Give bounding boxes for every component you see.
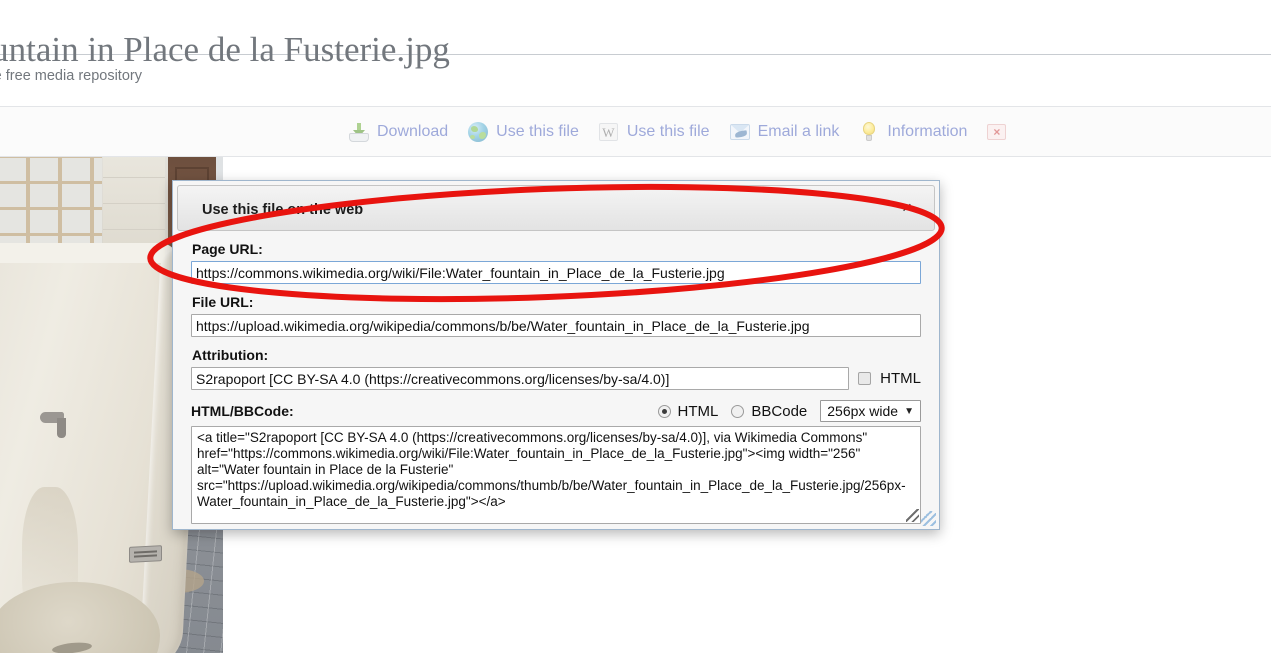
- radio-bbcode-label: BBCode: [751, 402, 808, 420]
- dialog-title: Use this file on the web: [202, 202, 364, 218]
- radio-html[interactable]: [657, 404, 671, 418]
- page-url-label: Page URL:: [192, 241, 263, 257]
- toolbar-item-download[interactable]: Download: [348, 121, 448, 143]
- toolbar-label-email-a-link: Email a link: [757, 123, 840, 140]
- wikipedia-w-icon: W: [598, 121, 620, 143]
- page-url-group: Page URL:: [191, 241, 921, 284]
- attribution-label: Attribution:: [192, 347, 269, 363]
- screen: er fountain in Place de la Fusterie.jpg …: [0, 0, 1271, 653]
- file-url-group: File URL:: [191, 294, 921, 337]
- attribution-html-checkbox[interactable]: [858, 372, 872, 385]
- toolbar-label-download: Download: [377, 123, 449, 140]
- image-size-select-value: 256px wide: [827, 403, 899, 419]
- toolbar-label-use-this-file-wiki: Use this file: [626, 123, 710, 140]
- radio-bbcode[interactable]: [731, 404, 745, 418]
- photo-stone-pillar: [103, 157, 165, 255]
- dialog-body: Page URL: File URL: Attribution: HTML HT…: [173, 231, 939, 529]
- attribution-html-checkbox-label: HTML: [880, 370, 921, 387]
- globe-icon: [467, 121, 489, 143]
- photo-window: [0, 157, 102, 247]
- htmlbbcode-label: HTML/BBCode:: [191, 403, 294, 419]
- close-red-glyph: ×: [987, 124, 1007, 140]
- toolbar-item-close[interactable]: ×: [986, 121, 1008, 143]
- attribution-input[interactable]: [191, 367, 850, 390]
- site-tagline: mmons, the free media repository: [0, 68, 142, 84]
- page-url-input[interactable]: [191, 261, 921, 284]
- embed-code-textarea[interactable]: <a title="S2rapoport [CC BY-SA 4.0 (http…: [191, 426, 921, 524]
- textarea-resize-handle[interactable]: [906, 509, 919, 522]
- file-url-label: File URL:: [192, 294, 254, 310]
- file-url-input[interactable]: [191, 314, 921, 337]
- chevron-down-icon: ▼: [904, 405, 914, 417]
- toolbar-label-use-this-file-web: Use this file: [496, 123, 579, 140]
- toolbar-item-use-this-file-web[interactable]: Use this file: [467, 121, 579, 143]
- photo-metal-plaque: [129, 545, 162, 563]
- dialog-resize-handle[interactable]: [921, 511, 936, 526]
- page-header: er fountain in Place de la Fusterie.jpg: [0, 0, 1271, 69]
- htmlbbcode-group: HTML/BBCode: HTML BBCode 256px wide ▼ <a…: [191, 400, 921, 524]
- toolbar-item-use-this-file-wiki[interactable]: W Use this file: [598, 121, 710, 143]
- dialog-title-bar[interactable]: Use this file on the web ×: [177, 185, 935, 231]
- attribution-group: Attribution: HTML: [191, 347, 921, 390]
- radio-html-label: HTML: [677, 402, 719, 420]
- close-icon[interactable]: ×: [896, 198, 918, 220]
- close-red-icon: ×: [986, 121, 1008, 143]
- lightbulb-icon: [858, 121, 880, 143]
- image-size-select[interactable]: 256px wide ▼: [820, 400, 921, 422]
- page-title: er fountain in Place de la Fusterie.jpg: [0, 30, 450, 70]
- toolbar-item-email-a-link[interactable]: Email a link: [729, 121, 840, 143]
- toolbar-label-information: Information: [887, 123, 968, 140]
- envelope-icon: [729, 121, 751, 143]
- use-this-file-dialog: Use this file on the web × Page URL: Fil…: [172, 180, 940, 530]
- photo-fountain-rim: [0, 243, 178, 263]
- download-icon: [348, 121, 370, 143]
- toolbar-item-information[interactable]: Information: [858, 121, 967, 143]
- photo-water-spout: [40, 412, 66, 438]
- file-actions-toolbar: Download Use this file W Use this file E…: [0, 107, 1271, 157]
